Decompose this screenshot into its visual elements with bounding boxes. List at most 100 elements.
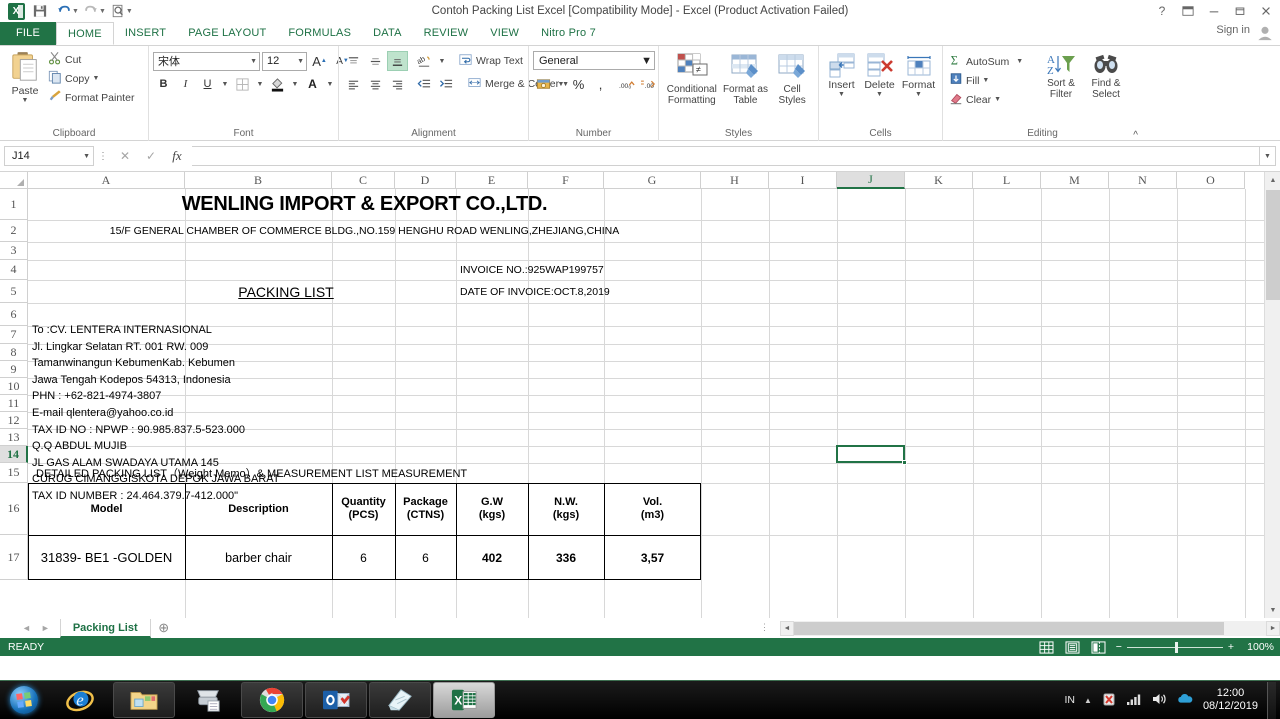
row-header-1[interactable]: 1 — [0, 189, 28, 220]
number-format-caret[interactable]: ▼ — [641, 55, 652, 67]
row-header-6[interactable]: 6 — [0, 303, 28, 326]
cell-consignee-line-2[interactable]: Jl. Lingkar Selatan RT. 001 RW. 009 — [30, 339, 450, 355]
column-header-n[interactable]: N — [1109, 172, 1177, 189]
ribbon-display-options-icon[interactable] — [1176, 1, 1200, 21]
sheet-tab-packing-list[interactable]: Packing List — [59, 618, 151, 638]
cell-company-address[interactable]: 15/F GENERAL CHAMBER OF COMMERCE BLDG.,N… — [28, 220, 701, 242]
copy-dropdown-caret[interactable]: ▼ — [93, 75, 100, 82]
select-all-corner[interactable] — [0, 172, 28, 189]
zoom-in-button[interactable]: + — [1228, 641, 1234, 653]
language-indicator[interactable]: IN — [1065, 694, 1076, 706]
column-header-o[interactable]: O — [1177, 172, 1245, 189]
decrease-indent-icon[interactable] — [414, 74, 435, 94]
row-header-14[interactable]: 14 — [0, 446, 28, 463]
cut-button[interactable]: Cut — [46, 50, 136, 69]
zoom-knob[interactable] — [1174, 641, 1178, 653]
normal-view-icon[interactable] — [1038, 640, 1056, 655]
format-painter-button[interactable]: Format Painter — [46, 88, 136, 107]
align-top-icon[interactable] — [343, 51, 364, 71]
avatar-icon[interactable] — [1256, 25, 1274, 41]
page-layout-view-icon[interactable] — [1064, 640, 1082, 655]
confirm-edit-icon[interactable]: ✓ — [138, 146, 164, 166]
sign-in-button[interactable]: Sign in — [1216, 24, 1250, 36]
cell-consignee-line-5[interactable]: PHN : +62-821-4974-3807 — [30, 388, 450, 404]
taskbar-internet-explorer[interactable]: e — [49, 682, 111, 718]
horizontal-scroll-track[interactable] — [794, 620, 1266, 636]
table-header-cell[interactable]: G.W (kgs) — [456, 483, 528, 535]
cell-consignee-line-3[interactable]: Tamanwinangun KebumenKab. Kebumen — [30, 355, 450, 371]
borders-icon[interactable] — [232, 74, 253, 94]
increase-decimal-icon[interactable]: .00 0 — [617, 74, 638, 94]
format-as-table-button[interactable]: Format as Table — [721, 51, 771, 106]
cell-consignee-line-1[interactable]: To :CV. LENTERA INTERNASIONAL — [30, 322, 450, 338]
taskbar-file-explorer[interactable] — [113, 682, 175, 718]
table-row[interactable]: 402 — [456, 535, 528, 580]
zoom-track[interactable] — [1126, 641, 1223, 653]
volume-icon[interactable] — [1151, 692, 1167, 709]
split-handle[interactable]: ⋮ — [760, 622, 769, 633]
name-box-caret[interactable]: ▼ — [83, 153, 90, 160]
fill-button[interactable]: Fill ▼ — [947, 71, 1039, 90]
cell-invoice-no[interactable]: INVOICE NO.:925WAP199757 — [458, 260, 658, 280]
orientation-dropdown-caret[interactable]: ▼ — [436, 51, 448, 71]
accounting-format-icon[interactable] — [533, 74, 554, 94]
borders-dropdown-caret[interactable]: ▼ — [254, 74, 266, 94]
column-header-a[interactable]: A — [28, 172, 185, 189]
font-size-combo[interactable]: 12 ▼ — [262, 51, 307, 71]
increase-indent-icon[interactable] — [436, 74, 457, 94]
align-left-icon[interactable] — [343, 74, 364, 94]
table-header-cell[interactable]: Description — [185, 483, 332, 535]
underline-dropdown-caret[interactable]: ▼ — [219, 74, 231, 94]
number-format-combo[interactable]: General ▼ — [533, 51, 655, 70]
align-right-icon[interactable] — [387, 74, 408, 94]
table-row[interactable]: barber chair — [185, 535, 332, 580]
row-header-13[interactable]: 13 — [0, 429, 28, 446]
name-box[interactable]: J14 ▼ — [4, 146, 94, 166]
taskbar-google-chrome[interactable] — [241, 682, 303, 718]
taskbar-microsoft-outlook[interactable] — [305, 682, 367, 718]
table-header-cell[interactable]: Package (CTNS) — [395, 483, 456, 535]
table-row[interactable]: 31839- BE1 -GOLDEN — [28, 535, 185, 580]
column-header-c[interactable]: C — [332, 172, 395, 189]
row-header-8[interactable]: 8 — [0, 344, 28, 361]
row-header-7[interactable]: 7 — [0, 326, 28, 344]
fill-handle[interactable] — [902, 460, 907, 465]
comma-style-button[interactable]: , — [590, 74, 611, 94]
table-row[interactable]: 336 — [528, 535, 604, 580]
copy-button[interactable]: Copy ▼ — [46, 69, 136, 88]
align-bottom-icon[interactable] — [387, 51, 408, 71]
row-header-9[interactable]: 9 — [0, 361, 28, 378]
cell-company-name[interactable]: WENLING IMPORT & EXPORT CO.,LTD. — [28, 189, 701, 220]
decrease-decimal-icon[interactable]: .00 — [639, 74, 660, 94]
autosum-button[interactable]: Σ AutoSum ▼ — [947, 52, 1039, 71]
font-name-combo[interactable]: 宋体 ▼ — [153, 51, 260, 71]
vertical-scrollbar[interactable]: ▲ ▼ — [1264, 172, 1280, 618]
font-name-caret[interactable]: ▼ — [246, 58, 257, 65]
column-header-l[interactable]: L — [973, 172, 1041, 189]
onedrive-icon[interactable] — [1176, 692, 1194, 709]
zoom-out-button[interactable]: − — [1116, 641, 1122, 653]
row-header-15[interactable]: 15 — [0, 463, 28, 483]
align-middle-icon[interactable] — [365, 51, 386, 71]
help-icon[interactable]: ? — [1150, 1, 1174, 21]
tab-insert[interactable]: INSERT — [114, 22, 177, 45]
tab-data[interactable]: DATA — [362, 22, 413, 45]
column-header-d[interactable]: D — [395, 172, 456, 189]
expand-formula-bar-icon[interactable]: ▼ — [1260, 146, 1276, 166]
zoom-level[interactable]: 100% — [1242, 641, 1274, 653]
column-header-k[interactable]: K — [905, 172, 973, 189]
row-header-17[interactable]: 17 — [0, 535, 28, 580]
scroll-left-button[interactable]: ◄ — [780, 620, 794, 636]
clear-button[interactable]: Clear ▼ — [947, 90, 1039, 109]
cancel-edit-icon[interactable]: ✕ — [112, 146, 138, 166]
row-header-16[interactable]: 16 — [0, 483, 28, 535]
taskbar-sticky-notes[interactable] — [369, 682, 431, 718]
insert-dropdown-caret[interactable]: ▼ — [838, 91, 845, 98]
tab-page-layout[interactable]: PAGE LAYOUT — [177, 22, 277, 45]
cell-consignee-line-4[interactable]: Jawa Tengah Kodepos 54313, Indonesia — [30, 372, 450, 388]
paste-dropdown-caret[interactable]: ▼ — [22, 97, 29, 104]
column-header-h[interactable]: H — [701, 172, 769, 189]
row-header-3[interactable]: 3 — [0, 242, 28, 260]
tab-formulas[interactable]: FORMULAS — [277, 22, 362, 45]
fill-color-icon[interactable] — [267, 74, 288, 94]
